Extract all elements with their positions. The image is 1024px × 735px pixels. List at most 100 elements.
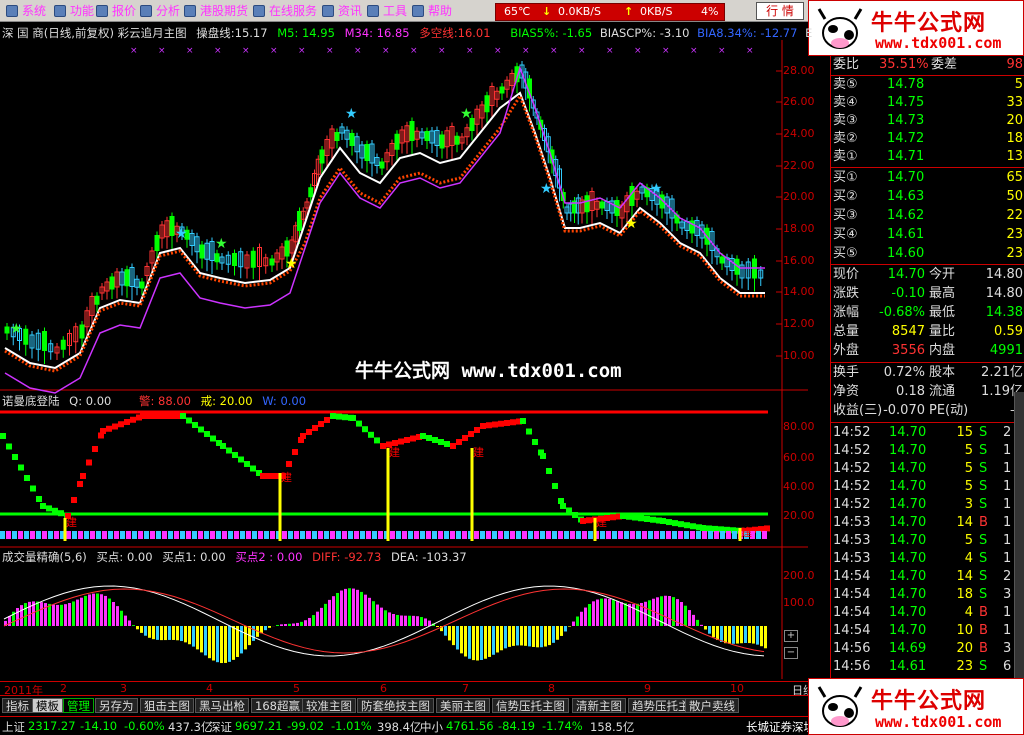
tick-side: S	[979, 551, 988, 566]
candle-body	[424, 131, 430, 141]
menu-news[interactable]: 资讯	[320, 3, 362, 19]
chart-area[interactable]: ★ ★ ★ ★ ★ ★ ★ ★ ★ 建建建建建建 × × × × × × × × × × × × × × × × × × × × × × × 深…	[0, 23, 815, 680]
tab-fresh[interactable]: 清新主图	[572, 698, 626, 713]
base-bar	[516, 531, 521, 539]
volume-bar	[596, 599, 599, 626]
menu-online-service[interactable]: 在线服务	[251, 3, 317, 19]
base-bar	[366, 531, 371, 539]
base-bar	[198, 531, 203, 539]
candle-body	[94, 295, 100, 305]
tab-manage[interactable]: 管理	[63, 698, 94, 713]
base-bar	[402, 531, 407, 539]
tab-template[interactable]: 模板	[32, 698, 63, 713]
menu-quote[interactable]: 报价	[94, 3, 136, 19]
menu-system[interactable]: 系统	[4, 3, 46, 19]
tab-calibrate[interactable]: 较准主图	[302, 698, 356, 713]
tab-indicator[interactable]: 指标	[2, 698, 33, 713]
tab-darkhorse[interactable]: 黑马出枪	[195, 698, 249, 713]
step-bar	[92, 446, 98, 452]
pane2-tick: 40.00	[783, 480, 815, 493]
index-pct: -1.01%	[331, 719, 372, 733]
base-bar	[438, 531, 443, 539]
signal-cross-icon: ×	[326, 46, 334, 56]
tab-save-as[interactable]: 另存为	[95, 698, 138, 713]
volume-bar	[148, 626, 151, 638]
step-bar	[164, 413, 170, 419]
menu-help[interactable]: 帮助	[410, 3, 452, 19]
volume-bar	[588, 604, 591, 626]
step-bar	[632, 514, 638, 521]
tab-snipe[interactable]: 狙击主图	[140, 698, 194, 713]
tick-price: 14.70	[889, 515, 927, 530]
menu-function-icon	[54, 5, 66, 17]
volume-bar	[528, 626, 531, 647]
pane3-title: 成交量精确(5,6)	[2, 550, 87, 564]
cow-mascot-icon	[817, 8, 863, 49]
upload-rate: 0KB/S	[640, 5, 673, 18]
menu-label: 系统	[22, 4, 47, 18]
volume-bar	[96, 593, 99, 626]
quote-button[interactable]: 行 情	[756, 2, 804, 20]
menu-hk-futures[interactable]: 港股期货	[182, 3, 248, 19]
tab-168[interactable]: 168超赢	[251, 698, 304, 713]
volume-bar	[160, 626, 163, 641]
base-bar	[0, 531, 5, 539]
y-tick-label: 26.00	[783, 95, 815, 108]
tab-beauty[interactable]: 美丽主图	[436, 698, 490, 713]
x-axis: 2011年 2 3 4 5 6 7 8 9 10 日线	[0, 681, 830, 697]
menu-online-icon	[253, 5, 265, 17]
build-mark-label: 建	[473, 445, 484, 459]
index-name: 中小	[420, 720, 443, 734]
tab-retail-sell[interactable]: 散户卖线	[685, 698, 739, 713]
fund-label: 股本	[929, 365, 956, 380]
m34-value: M34: 16.85	[344, 26, 410, 40]
ask-price: 14.73	[887, 113, 925, 128]
volume-bar	[100, 594, 103, 626]
ma-line	[4, 91, 765, 370]
tick-scrollbar[interactable]	[1014, 392, 1024, 678]
chart-canvas[interactable]: ★★★★★ ★★★★建建建 建建建× × × × × × × × × × × × × × × × × × × × × × ×	[0, 23, 808, 680]
base-bar	[234, 531, 239, 539]
base-bar	[582, 531, 587, 539]
step-bar	[438, 439, 444, 445]
candle-body	[232, 253, 237, 266]
volume-bar	[540, 626, 543, 648]
volume-bar	[748, 626, 751, 644]
step-bar	[266, 473, 272, 479]
pane2-header: 诺曼底登陆 Q: 0.00 警: 88.00 戒: 20.00 W: 0.00	[2, 393, 306, 409]
base-bar	[162, 531, 167, 539]
bid-row: 买② 14.63 50	[831, 188, 1024, 206]
quote-label: 总量	[833, 324, 860, 339]
step-bar	[362, 426, 368, 433]
y-tick-label: 12.00	[783, 317, 815, 330]
base-bar	[432, 531, 437, 539]
volume-bar	[572, 621, 575, 626]
menu-analysis[interactable]: 分析	[138, 3, 180, 19]
tab-trend-support[interactable]: 信势压托主图	[492, 698, 569, 713]
volume-bar	[60, 604, 63, 626]
zoom-in-button[interactable]: +	[784, 630, 798, 642]
divider	[831, 422, 1024, 423]
base-bar	[630, 531, 635, 539]
base-bar	[282, 531, 287, 539]
step-bar	[450, 443, 456, 449]
quote-row: 涨跌 -0.10 最高 14.80	[831, 285, 1024, 303]
logo-url: www.tdx001.com	[875, 713, 1002, 731]
volume-bar	[712, 626, 715, 638]
menu-tools[interactable]: 工具	[365, 3, 407, 19]
quote-label: 量比	[929, 324, 956, 339]
ask-price: 14.75	[887, 95, 925, 110]
ask-row: 卖① 14.71 13	[831, 148, 1024, 166]
step-bar	[426, 435, 432, 441]
volume-bar	[268, 626, 271, 628]
step-bar	[336, 413, 342, 420]
zoom-out-button[interactable]: −	[784, 647, 798, 659]
step-bar	[118, 421, 124, 428]
menu-function[interactable]: 功能	[52, 3, 94, 19]
tab-antitrap[interactable]: 防套绝技主图	[357, 698, 434, 713]
volume-bar	[368, 597, 371, 626]
base-bar	[36, 531, 41, 539]
base-bar	[114, 531, 119, 539]
base-bar	[264, 531, 269, 539]
volume-bar	[36, 601, 39, 626]
